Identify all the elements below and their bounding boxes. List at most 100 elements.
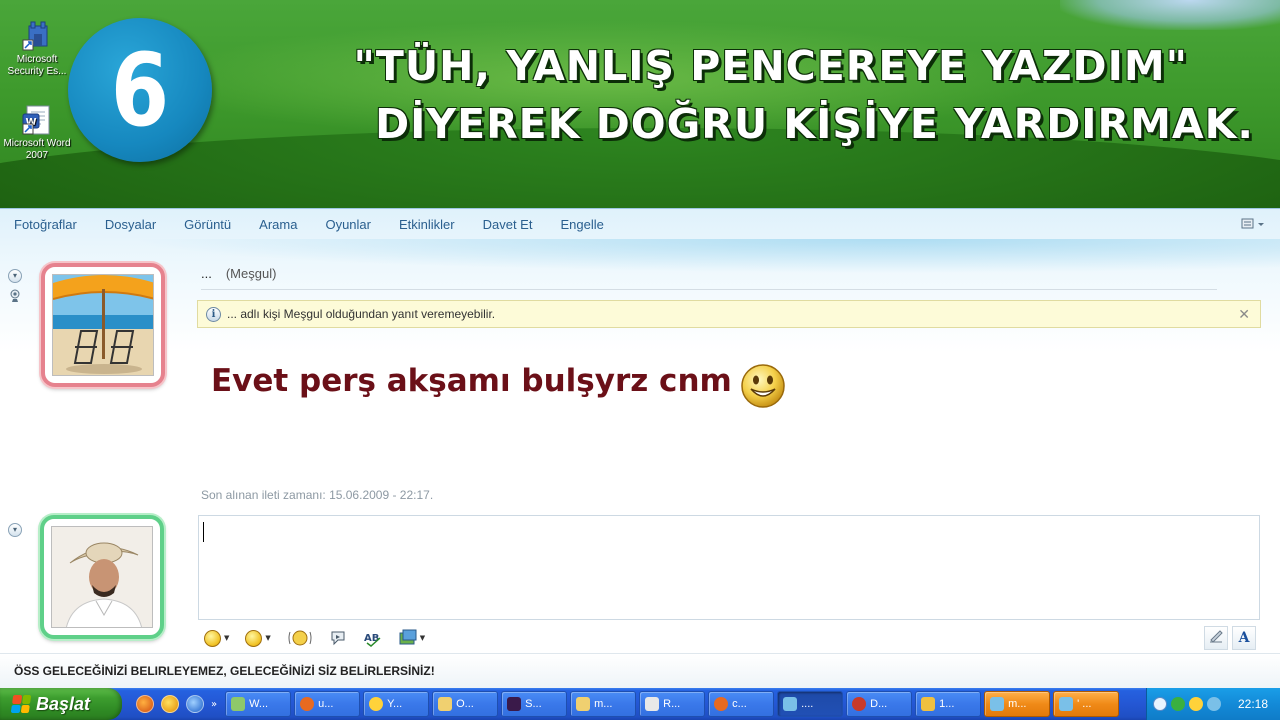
dropdown-arrow-icon: ▼ (419, 634, 426, 642)
menu-item-call[interactable]: Arama (259, 217, 297, 232)
own-avatar[interactable] (40, 515, 164, 639)
menu-item-block[interactable]: Engelle (560, 217, 603, 232)
emoticon-button[interactable]: ▼ (204, 629, 230, 647)
contact-name: ... (Meşgul) (201, 266, 276, 281)
firefox-icon (300, 697, 315, 711)
collapse-own-pane-icon[interactable]: ▾ (8, 523, 22, 537)
quick-launch-more-icon[interactable]: » (211, 699, 217, 710)
emoticon-tray-icon[interactable] (1189, 697, 1203, 711)
task-button[interactable]: c... (708, 691, 775, 717)
task-buttons: W... u... Y... O... S... m... R... c... … (225, 691, 1122, 717)
desktop-icon-label: Microsoft Word 2007 (3, 138, 71, 161)
headline-line-1: "TÜH, YANLIŞ PENCEREYE YAZDIM" (353, 42, 1188, 90)
message-input[interactable] (198, 515, 1260, 620)
task-label: .... (801, 698, 814, 710)
task-button[interactable]: R... (639, 691, 706, 717)
task-label: R... (663, 698, 681, 710)
wink-button[interactable]: ▼ (245, 629, 271, 647)
menu-item-games[interactable]: Oyunlar (325, 217, 371, 232)
show-hidden-icons-icon[interactable] (1153, 697, 1167, 711)
task-label: u... (318, 698, 334, 710)
compose-toolbar: ▼ ▼ AB ▼ A (198, 623, 1260, 653)
task-button[interactable]: u... (294, 691, 361, 717)
contact-avatar[interactable] (41, 263, 165, 387)
app-icon (852, 697, 867, 711)
task-button[interactable]: Y... (363, 691, 430, 717)
task-label: ' ... (1077, 698, 1092, 710)
firefox-icon[interactable] (136, 695, 154, 713)
text-caret (203, 522, 204, 542)
app-icon (507, 697, 522, 711)
dropdown-arrow-icon: ▼ (224, 634, 230, 642)
task-label: Y... (387, 698, 403, 710)
task-button-active[interactable]: .... (777, 691, 844, 717)
messenger-emoticon-icon (369, 697, 384, 711)
own-avatar-image (51, 526, 153, 628)
info-icon: i (206, 306, 221, 322)
format-tools: A (1200, 623, 1256, 653)
task-button[interactable]: O... (432, 691, 499, 717)
step-number: 6 (110, 31, 170, 149)
spell-check-button[interactable]: AB (363, 629, 383, 647)
desktop-background: Microsoft Security Es... W Microsoft Wor… (0, 0, 1280, 208)
menu-item-files[interactable]: Dosyalar (105, 217, 156, 232)
task-button[interactable]: 1... (915, 691, 982, 717)
task-label: W... (249, 698, 269, 710)
wink-icon (245, 629, 263, 647)
desktop-icon-word-2007[interactable]: W Microsoft Word 2007 (2, 104, 72, 162)
nudge-button[interactable] (287, 629, 313, 647)
task-label: m... (1008, 698, 1027, 710)
nudge-icon (288, 630, 312, 646)
window-icon (231, 697, 246, 711)
start-button[interactable]: Başlat (0, 688, 122, 720)
desktop-icon-label: Microsoft Security Es... (7, 54, 67, 77)
menu-item-photos[interactable]: Fotoğraflar (14, 217, 77, 232)
security-essentials-icon (21, 20, 53, 52)
task-button[interactable]: D... (846, 691, 913, 717)
font-button[interactable]: A (1232, 626, 1256, 650)
menu-item-video[interactable]: Görüntü (184, 217, 231, 232)
desktop-icon-security-essentials[interactable]: Microsoft Security Es... (2, 20, 72, 78)
dropdown-arrow-icon: ▼ (265, 634, 271, 642)
divider (201, 289, 1217, 290)
internet-explorer-icon[interactable] (186, 695, 204, 713)
task-button-flashing[interactable]: ' ... (1053, 691, 1120, 717)
task-button[interactable]: m... (570, 691, 637, 717)
menu-item-invite[interactable]: Davet Et (483, 217, 533, 232)
menu-bar: Fotoğraflar Dosyalar Görüntü Arama Oyunl… (0, 209, 1280, 239)
busy-info-bar: i ... adlı kişi Meşgul olduğundan yanıt … (197, 300, 1261, 328)
task-button[interactable]: S... (501, 691, 568, 717)
advertisement-text[interactable]: ÖSS GELECEĞİNİZİ BELIRLEYEMEZ, GELECEĞİN… (0, 653, 1280, 689)
messenger-tray-icon[interactable] (1171, 697, 1185, 711)
app-icon (921, 697, 936, 711)
svg-text:AB: AB (364, 633, 379, 644)
close-icon[interactable]: ✕ (1238, 306, 1250, 323)
folder-icon (576, 697, 591, 711)
menu-item-activities[interactable]: Etkinlikler (399, 217, 455, 232)
voice-clip-icon (331, 631, 345, 646)
task-button-flashing[interactable]: m... (984, 691, 1051, 717)
task-button[interactable]: W... (225, 691, 292, 717)
task-label: O... (456, 698, 474, 710)
messenger-icon (783, 697, 798, 711)
pen-icon (1210, 630, 1223, 643)
windows-logo-icon (10, 695, 32, 713)
media-player-icon[interactable] (161, 695, 179, 713)
network-icon[interactable] (1207, 697, 1221, 711)
options-menu-icon[interactable] (1240, 216, 1266, 232)
collapse-contact-pane-icon[interactable]: ▾ (8, 269, 22, 283)
webcam-icon[interactable] (9, 289, 21, 303)
contact-display-name: ... (201, 266, 212, 281)
handwriting-button[interactable] (1204, 626, 1228, 650)
contact-avatar-image (52, 274, 154, 376)
emoticon-icon (204, 629, 221, 647)
last-message-time: Son alınan ileti zamanı: 15.06.2009 - 22… (201, 488, 434, 502)
step-number-badge: 6 (68, 18, 212, 162)
quick-launch: » (136, 695, 225, 713)
task-label: c... (732, 698, 747, 710)
voice-clip-button[interactable] (329, 629, 347, 647)
firefox-icon (714, 697, 729, 711)
background-button[interactable]: ▼ (399, 629, 425, 647)
word-icon: W (21, 104, 53, 136)
window-header-decoration (0, 239, 1280, 279)
